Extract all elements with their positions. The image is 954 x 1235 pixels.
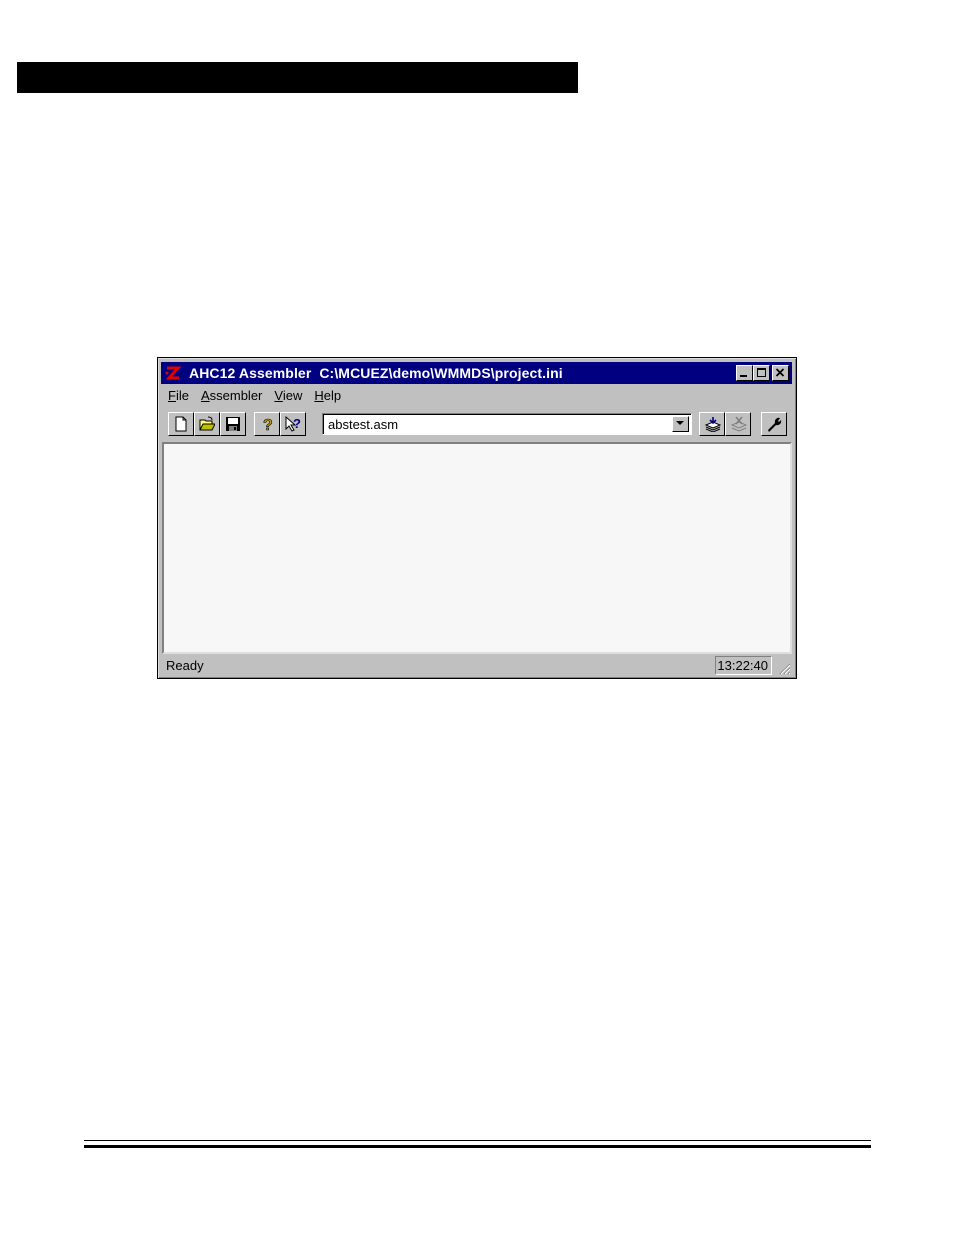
window-title: AHC12 Assembler C:\MCUEZ\demo\WMMDS\proj… bbox=[189, 365, 563, 381]
status-clock: 13:22:40 bbox=[715, 656, 772, 675]
open-folder-icon bbox=[199, 416, 215, 431]
minimize-icon bbox=[740, 375, 747, 377]
svg-text:?: ? bbox=[293, 416, 301, 431]
save-file-button[interactable] bbox=[220, 412, 246, 436]
menu-view[interactable]: View bbox=[268, 386, 308, 406]
menu-help[interactable]: Help bbox=[308, 386, 347, 406]
svg-text:?: ? bbox=[263, 417, 273, 432]
message-area[interactable] bbox=[162, 442, 792, 654]
source-file-value: abstest.asm bbox=[328, 417, 399, 432]
pointer-help-icon: ? bbox=[285, 416, 301, 432]
save-disk-icon bbox=[226, 417, 240, 431]
menu-assembler[interactable]: Assembler bbox=[195, 386, 268, 406]
new-document-icon bbox=[175, 416, 187, 432]
menu-file[interactable]: File bbox=[162, 386, 195, 406]
stop-button[interactable] bbox=[725, 412, 751, 436]
close-icon bbox=[775, 368, 785, 377]
title-bar[interactable]: AHC12 Assembler C:\MCUEZ\demo\WMMDS\proj… bbox=[161, 362, 792, 384]
maximize-icon bbox=[757, 368, 766, 377]
assemble-stack-icon bbox=[704, 417, 722, 432]
question-mark-icon: ? bbox=[263, 417, 273, 432]
options-button[interactable] bbox=[761, 412, 787, 436]
minimize-button[interactable] bbox=[736, 365, 753, 381]
dropdown-arrow-button[interactable] bbox=[672, 416, 689, 432]
menu-bar: File Assembler View Help bbox=[162, 386, 347, 406]
open-file-button[interactable] bbox=[194, 412, 220, 436]
assembler-window: AHC12 Assembler C:\MCUEZ\demo\WMMDS\proj… bbox=[157, 357, 797, 679]
source-file-dropdown[interactable]: abstest.asm bbox=[322, 413, 692, 435]
help-button[interactable]: ? bbox=[254, 412, 280, 436]
status-text: Ready bbox=[166, 658, 204, 673]
footer-rule-thin bbox=[84, 1140, 871, 1141]
context-help-button[interactable]: ? bbox=[280, 412, 306, 436]
page-header-bar bbox=[17, 62, 578, 93]
stop-disabled-icon bbox=[730, 416, 748, 432]
close-button[interactable] bbox=[772, 365, 789, 381]
new-file-button[interactable] bbox=[168, 412, 194, 436]
assemble-button[interactable] bbox=[699, 412, 725, 436]
footer-rule-thick bbox=[84, 1145, 871, 1148]
app-logo-icon bbox=[164, 364, 182, 382]
wrench-icon bbox=[768, 417, 782, 432]
status-bar: Ready 13:22:40 bbox=[162, 656, 792, 676]
chevron-down-icon bbox=[676, 421, 684, 425]
resize-grip-icon[interactable] bbox=[777, 661, 791, 675]
maximize-button[interactable] bbox=[753, 365, 770, 381]
toolbar: ? ? abstest.asm bbox=[162, 410, 792, 438]
